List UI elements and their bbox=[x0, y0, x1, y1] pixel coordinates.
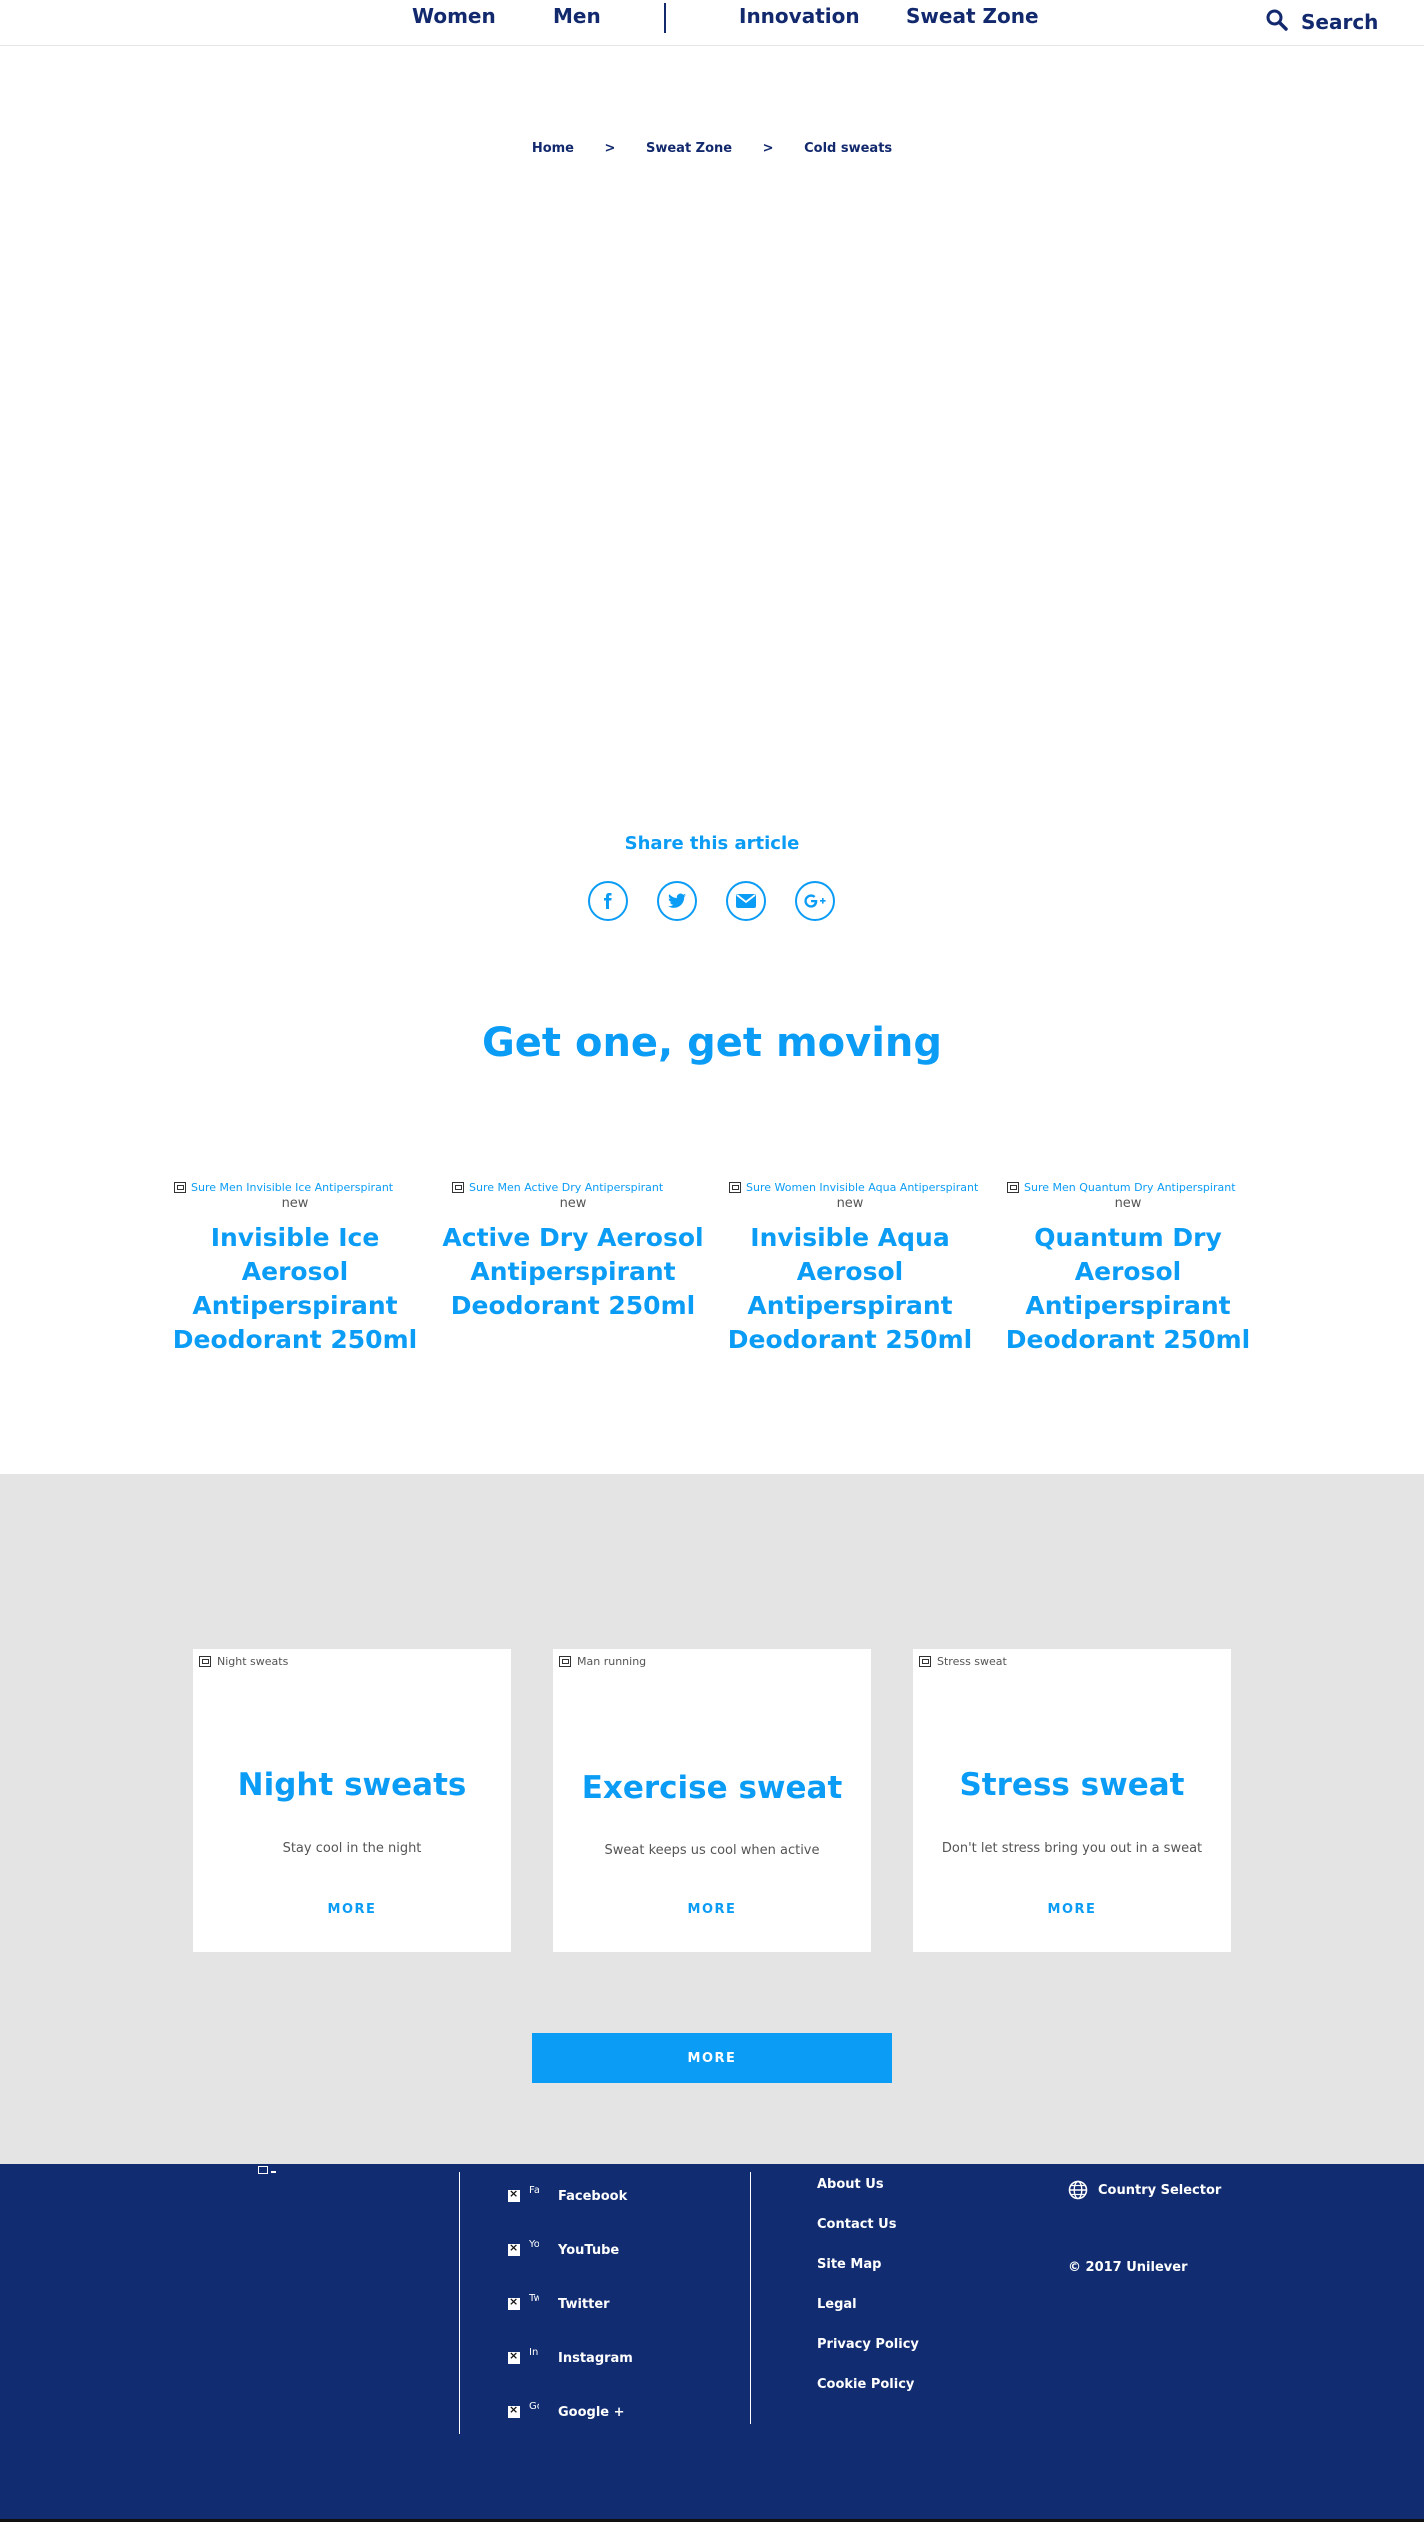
search-button[interactable]: Search bbox=[1265, 8, 1378, 36]
product-image[interactable]: Sure Men Invisible Ice Antiperspirant bbox=[160, 1178, 430, 1196]
article-image[interactable]: Man running bbox=[559, 1655, 646, 1668]
search-icon bbox=[1265, 8, 1289, 36]
footer-instagram-link[interactable]: In... Instagram bbox=[508, 2348, 633, 2368]
email-share-button[interactable] bbox=[726, 881, 766, 921]
footer-link-cookie-policy[interactable]: Cookie Policy bbox=[817, 2377, 914, 2392]
footer-youtube-link[interactable]: Yo... YouTube bbox=[508, 2240, 619, 2260]
broken-image-icon bbox=[729, 1181, 741, 1193]
globe-icon bbox=[1068, 2180, 1088, 2200]
twitter-icon bbox=[508, 2295, 520, 2310]
country-selector-label: Country Selector bbox=[1098, 2182, 1222, 2198]
broken-image-icon bbox=[919, 1656, 931, 1667]
broken-image-icon bbox=[199, 1656, 211, 1667]
footer-link-site-map[interactable]: Site Map bbox=[817, 2257, 881, 2272]
country-selector[interactable]: Country Selector bbox=[1068, 2180, 1221, 2200]
product-badge: new bbox=[1114, 1196, 1142, 1211]
share-title: Share this article bbox=[624, 833, 800, 854]
footer-twitter-link[interactable]: Tw... Twitter bbox=[508, 2294, 610, 2314]
footer-google-plus-link[interactable]: Go... Google + bbox=[508, 2402, 625, 2422]
product-name[interactable]: Active Dry Aerosol Antiperspirant Deodor… bbox=[438, 1221, 708, 1323]
product-name[interactable]: Quantum Dry Aerosol Antiperspirant Deodo… bbox=[993, 1221, 1263, 1357]
google-plus-icon bbox=[804, 894, 826, 908]
product-badge: new bbox=[559, 1196, 587, 1211]
article-more-link[interactable]: MORE bbox=[193, 1902, 511, 1917]
facebook-share-button[interactable] bbox=[588, 881, 628, 921]
article-title[interactable]: Exercise sweat bbox=[553, 1770, 871, 1806]
article-description: Don't let stress bring you out in a swea… bbox=[941, 1841, 1203, 1856]
twitter-share-button[interactable] bbox=[657, 881, 697, 921]
article-image[interactable]: Night sweats bbox=[199, 1655, 288, 1668]
logo-fragment bbox=[271, 2171, 276, 2173]
nav-sweat-zone[interactable]: Sweat Zone bbox=[906, 4, 1039, 28]
unilever-logo-placeholder[interactable] bbox=[258, 2166, 276, 2174]
more-articles-button[interactable]: MORE bbox=[532, 2033, 892, 2083]
article-more-link[interactable]: MORE bbox=[553, 1902, 871, 1917]
broken-image-icon bbox=[258, 2166, 268, 2174]
footer-divider bbox=[459, 2172, 460, 2434]
footer-facebook-link[interactable]: Fa... Facebook bbox=[508, 2186, 627, 2206]
product-name[interactable]: Invisible Ice Aerosol Antiperspirant Deo… bbox=[160, 1221, 430, 1357]
article-more-link[interactable]: MORE bbox=[913, 1902, 1231, 1917]
broken-image-icon bbox=[452, 1181, 464, 1193]
email-icon bbox=[736, 894, 756, 908]
search-label: Search bbox=[1301, 10, 1379, 34]
article-card[interactable]: Stress sweat Stress sweat Don't let stre… bbox=[913, 1649, 1231, 1952]
nav-men[interactable]: Men bbox=[553, 4, 601, 28]
footer-divider bbox=[750, 2172, 751, 2424]
youtube-icon bbox=[508, 2241, 520, 2256]
product-image[interactable]: Sure Men Active Dry Antiperspirant bbox=[438, 1178, 708, 1196]
facebook-icon bbox=[508, 2187, 520, 2202]
nav-innovation[interactable]: Innovation bbox=[739, 4, 860, 28]
footer-link-about-us[interactable]: About Us bbox=[817, 2177, 884, 2192]
article-title[interactable]: Night sweats bbox=[193, 1767, 511, 1803]
article-description: Stay cool in the night bbox=[282, 1841, 422, 1856]
product-card[interactable]: Sure Women Invisible Aqua Antiperspirant… bbox=[715, 1178, 985, 1357]
footer-link-privacy-policy[interactable]: Privacy Policy bbox=[817, 2337, 919, 2352]
breadcrumb: Home > Sweat Zone > Cold sweats bbox=[0, 141, 1424, 156]
breadcrumb-current[interactable]: Cold sweats bbox=[804, 141, 892, 156]
footer-link-contact-us[interactable]: Contact Us bbox=[817, 2217, 896, 2232]
nav-women[interactable]: Women bbox=[412, 4, 496, 28]
breadcrumb-separator: > bbox=[604, 141, 616, 156]
article-card[interactable]: Night sweats Night sweats Stay cool in t… bbox=[193, 1649, 511, 1952]
top-navigation: Women Men Innovation Sweat Zone Search bbox=[0, 0, 1424, 46]
google-plus-icon bbox=[508, 2403, 520, 2418]
copyright: © 2017 Unilever bbox=[1068, 2260, 1188, 2275]
article-title[interactable]: Stress sweat bbox=[913, 1767, 1231, 1803]
facebook-icon bbox=[604, 893, 612, 909]
article-image[interactable]: Stress sweat bbox=[919, 1655, 1007, 1668]
footer: Fa... Facebook Yo... YouTube Tw... Twitt… bbox=[0, 2164, 1424, 2522]
twitter-icon bbox=[668, 893, 686, 908]
breadcrumb-home[interactable]: Home bbox=[532, 141, 574, 156]
product-card[interactable]: Sure Men Invisible Ice Antiperspirant ne… bbox=[160, 1178, 430, 1357]
breadcrumb-sweat-zone[interactable]: Sweat Zone bbox=[646, 141, 732, 156]
broken-image-icon bbox=[1007, 1181, 1019, 1193]
product-card[interactable]: Sure Men Quantum Dry Antiperspirant new … bbox=[993, 1178, 1263, 1357]
product-badge: new bbox=[281, 1196, 309, 1211]
broken-image-icon bbox=[174, 1181, 186, 1193]
article-card[interactable]: Man running Exercise sweat Sweat keeps u… bbox=[553, 1649, 871, 1952]
footer-link-legal[interactable]: Legal bbox=[817, 2297, 857, 2312]
instagram-icon bbox=[508, 2349, 520, 2364]
product-badge: new bbox=[836, 1196, 864, 1211]
products-section-title: Get one, get moving bbox=[481, 1020, 943, 1066]
product-image[interactable]: Sure Women Invisible Aqua Antiperspirant bbox=[715, 1178, 985, 1196]
breadcrumb-separator: > bbox=[762, 141, 774, 156]
product-card[interactable]: Sure Men Active Dry Antiperspirant new A… bbox=[438, 1178, 708, 1323]
google-plus-share-button[interactable] bbox=[795, 881, 835, 921]
broken-image-icon bbox=[559, 1656, 571, 1667]
article-description: Sweat keeps us cool when active bbox=[604, 1843, 820, 1858]
product-image[interactable]: Sure Men Quantum Dry Antiperspirant bbox=[993, 1178, 1263, 1196]
nav-divider bbox=[664, 3, 666, 33]
product-name[interactable]: Invisible Aqua Aerosol Antiperspirant De… bbox=[715, 1221, 985, 1357]
